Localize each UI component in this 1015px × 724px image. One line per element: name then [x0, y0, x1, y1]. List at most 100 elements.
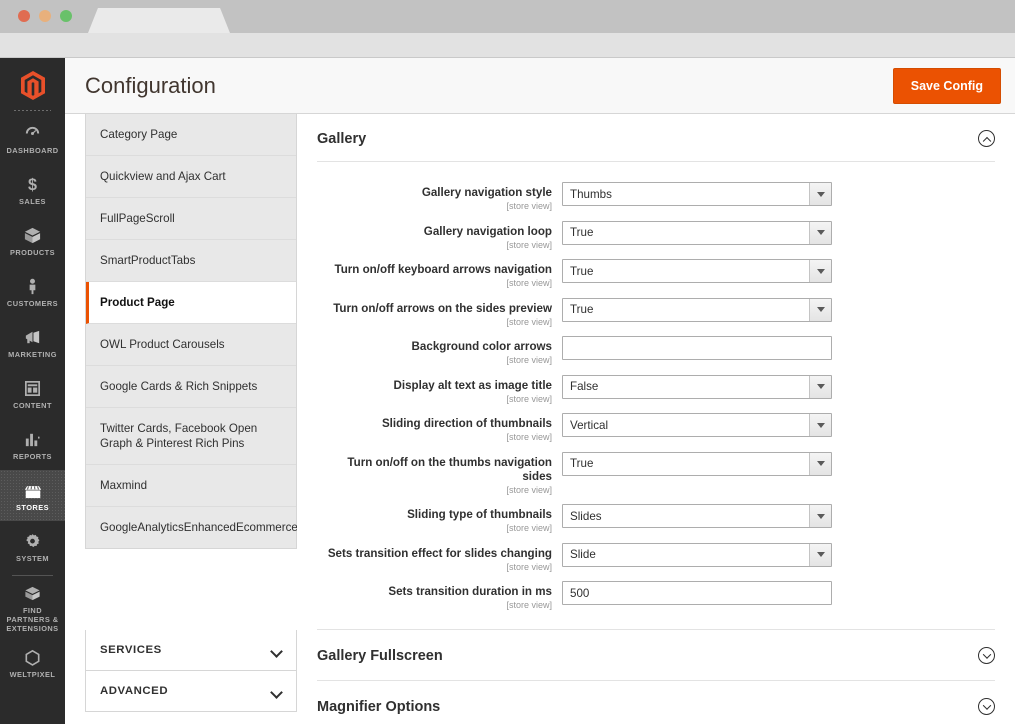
keyboard-arrows-navigation-select[interactable]: True — [562, 259, 832, 283]
field-control — [562, 581, 832, 605]
sidebar-divider — [12, 575, 53, 576]
field-label: Sliding type of thumbnails [store view] — [317, 504, 562, 533]
chevron-down-icon — [271, 647, 282, 654]
subnav-item-googleanalyticsenhancedecommerce[interactable]: GoogleAnalyticsEnhancedEcommerce — [86, 507, 296, 548]
reports-icon — [23, 429, 42, 449]
display-alt-text-as-image-title-select[interactable]: False — [562, 375, 832, 399]
field-label: Sets transition duration in ms [store vi… — [317, 581, 562, 610]
section-title: Gallery — [317, 131, 366, 147]
sidebar-item-label: PRODUCTS — [10, 248, 55, 257]
subnav-item-fullpagescroll[interactable]: FullPageScroll — [86, 198, 296, 240]
gallery-navigation-style-select[interactable]: Thumbs — [562, 182, 832, 206]
field-label-text: Turn on/off keyboard arrows navigation — [317, 263, 552, 277]
chevron-down-icon — [271, 688, 282, 695]
field-label-text: Display alt text as image title — [317, 379, 552, 393]
field-gallery-navigation-style: Gallery navigation style [store view] Th… — [317, 182, 995, 211]
field-scope-note: [store view] — [317, 278, 552, 288]
gallery-section-header[interactable]: Gallery — [317, 114, 995, 162]
field-label: Sets transition effect for slides changi… — [317, 543, 562, 572]
sidebar-item-weltpixel[interactable]: WELTPIXEL — [0, 637, 65, 688]
field-scope-note: [store view] — [317, 523, 552, 533]
thumbs-navigation-sides-select[interactable]: True — [562, 452, 832, 476]
subnav-item-owl-product-carousels[interactable]: OWL Product Carousels — [86, 324, 296, 366]
subnav-group-label: SERVICES — [100, 644, 162, 656]
subnav-group-services[interactable]: SERVICES — [85, 630, 297, 671]
close-window-button[interactable] — [18, 10, 30, 22]
browser-chrome — [0, 0, 1015, 33]
field-label: Turn on/off arrows on the sides preview … — [317, 298, 562, 327]
field-label-text: Sets transition effect for slides changi… — [317, 547, 552, 561]
field-sliding-direction-of-thumbnails: Sliding direction of thumbnails [store v… — [317, 413, 995, 442]
field-control: True — [562, 298, 832, 322]
sidebar-item-find-partners-extensions[interactable]: FIND PARTNERS & EXTENSIONS — [0, 579, 65, 637]
sidebar-item-dashboard[interactable]: DASHBOARD — [0, 113, 65, 164]
subnav-item-smartproducttabs[interactable]: SmartProductTabs — [86, 240, 296, 282]
field-label: Turn on/off on the thumbs navigation sid… — [317, 452, 562, 495]
partners-icon — [23, 583, 42, 603]
sliding-direction-of-thumbnails-select[interactable]: Vertical — [562, 413, 832, 437]
sidebar-item-label: SYSTEM — [16, 554, 49, 563]
field-keyboard-arrows-navigation: Turn on/off keyboard arrows navigation [… — [317, 259, 995, 288]
field-control: True — [562, 259, 832, 283]
field-label-text: Sets transition duration in ms — [317, 585, 552, 599]
marketing-icon — [23, 327, 42, 347]
field-control: Slides — [562, 504, 832, 528]
zoom-window-button[interactable] — [60, 10, 72, 22]
field-arrows-on-sides-preview: Turn on/off arrows on the sides preview … — [317, 298, 995, 327]
sidebar-item-reports[interactable]: REPORTS — [0, 419, 65, 470]
sidebar-item-system[interactable]: SYSTEM — [0, 521, 65, 572]
field-sliding-type-of-thumbnails: Sliding type of thumbnails [store view] … — [317, 504, 995, 533]
subnav-item-google-cards-rich-snippets[interactable]: Google Cards & Rich Snippets — [86, 366, 296, 408]
gallery-navigation-loop-select[interactable]: True — [562, 221, 832, 245]
field-control: Slide — [562, 543, 832, 567]
sidebar-item-label: FIND PARTNERS & EXTENSIONS — [0, 606, 65, 633]
transition-duration-in-ms-input[interactable] — [562, 581, 832, 605]
sidebar-item-stores[interactable]: STORES — [0, 470, 65, 521]
content-icon — [23, 378, 42, 398]
field-scope-note: [store view] — [317, 600, 552, 610]
chevron-down-circle-icon[interactable] — [978, 698, 995, 715]
subnav-item-product-page[interactable]: Product Page — [86, 282, 296, 324]
subnav-item-maxmind[interactable]: Maxmind — [86, 465, 296, 507]
sidebar-item-label: SALES — [19, 197, 46, 206]
section-gallery-fullscreen[interactable]: Gallery Fullscreen — [317, 630, 995, 681]
magento-admin-app: DASHBOARD $ SALES PRODUCTS CUSTOMERS MAR… — [0, 58, 1015, 724]
field-label-text: Turn on/off on the thumbs navigation sid… — [317, 456, 552, 484]
browser-tab[interactable] — [88, 8, 230, 33]
magento-logo[interactable] — [0, 58, 65, 113]
sidebar-item-label: STORES — [16, 503, 49, 512]
weltpixel-icon — [23, 647, 42, 667]
svg-text:$: $ — [28, 176, 37, 194]
field-gallery-navigation-loop: Gallery navigation loop [store view] Tru… — [317, 221, 995, 250]
subnav-item-twitter-cards-facebook-open-graph[interactable]: Twitter Cards, Facebook Open Graph & Pin… — [86, 408, 296, 465]
transition-effect-for-slides-changing-select[interactable]: Slide — [562, 543, 832, 567]
sidebar-item-customers[interactable]: CUSTOMERS — [0, 266, 65, 317]
sidebar-item-content[interactable]: CONTENT — [0, 368, 65, 419]
products-icon — [23, 225, 42, 245]
save-config-button[interactable]: Save Config — [893, 68, 1001, 104]
dashboard-icon — [23, 123, 42, 143]
field-scope-note: [store view] — [317, 317, 552, 327]
sidebar-item-sales[interactable]: $ SALES — [0, 164, 65, 215]
field-label-text: Background color arrows — [317, 340, 552, 354]
subnav-group-advanced[interactable]: ADVANCED — [85, 671, 297, 712]
field-label: Background color arrows [store view] — [317, 336, 562, 365]
sidebar-item-label: CUSTOMERS — [7, 299, 58, 308]
sidebar-item-marketing[interactable]: MARKETING — [0, 317, 65, 368]
minimize-window-button[interactable] — [39, 10, 51, 22]
arrows-on-sides-preview-select[interactable]: True — [562, 298, 832, 322]
field-control: Vertical — [562, 413, 832, 437]
field-control: Thumbs — [562, 182, 832, 206]
field-background-color-arrows: Background color arrows [store view] — [317, 336, 995, 365]
field-label-text: Sliding direction of thumbnails — [317, 417, 552, 431]
section-title: Magnifier Options — [317, 699, 440, 715]
subnav-item-category-page[interactable]: Category Page — [86, 114, 296, 156]
sidebar-item-products[interactable]: PRODUCTS — [0, 215, 65, 266]
background-color-arrows-input[interactable] — [562, 336, 832, 360]
sliding-type-of-thumbnails-select[interactable]: Slides — [562, 504, 832, 528]
subnav-item-quickview-ajax-cart[interactable]: Quickview and Ajax Cart — [86, 156, 296, 198]
chevron-up-circle-icon[interactable] — [978, 130, 995, 147]
section-magnifier-options[interactable]: Magnifier Options — [317, 681, 995, 724]
config-subnav: Category Page Quickview and Ajax Cart Fu… — [85, 114, 297, 549]
chevron-down-circle-icon[interactable] — [978, 647, 995, 664]
